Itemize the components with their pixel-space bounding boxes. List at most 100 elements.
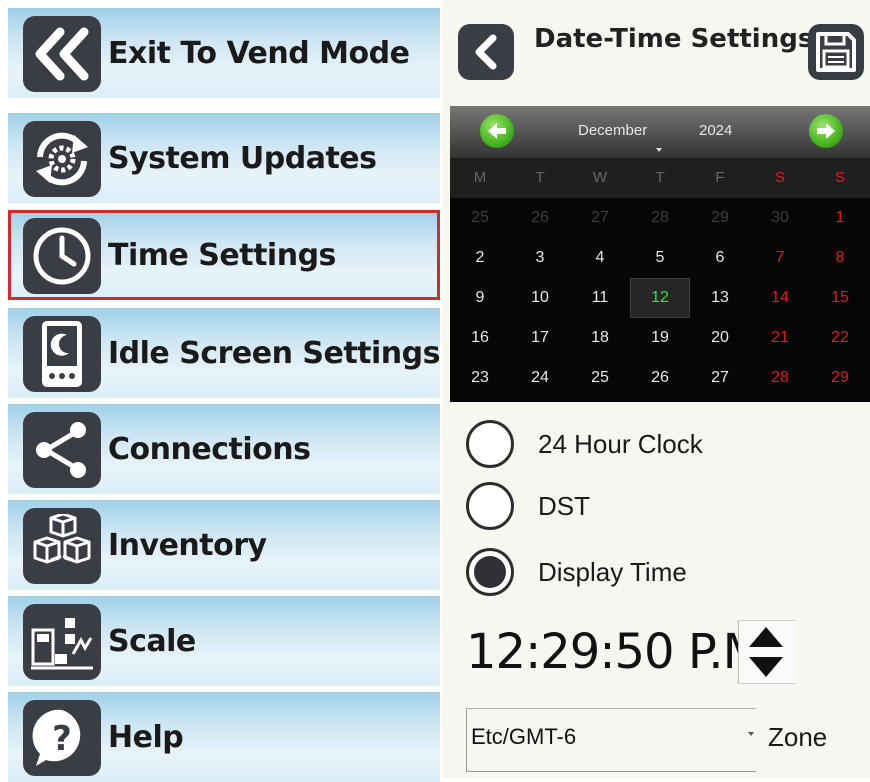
radio-checked-dot [474,556,506,588]
calendar-day[interactable]: 25 [570,358,630,398]
weekday-label: S [834,169,845,186]
zone-value: Etc/GMT-6 [471,724,577,749]
weekday-label: T [655,169,665,186]
previous-month-button[interactable] [480,114,514,148]
menu-item-label: Inventory [108,527,267,563]
calendar-day[interactable]: 3 [510,238,570,278]
menu-item-label: Time Settings [108,237,336,273]
menu-item-label: Connections [108,431,311,467]
menu-item-idle-screen-settings[interactable]: Idle Screen Settings [8,308,441,398]
weekday-label: M [473,169,487,186]
share-icon [23,412,101,488]
calendar: December 2024 M T W T F S S 25 26 27 28 … [450,106,870,402]
menu-item-system-updates[interactable]: System Updates [8,113,440,203]
clock-icon [23,218,101,294]
calendar-day[interactable]: 30 [750,198,810,238]
calendar-day[interactable]: 7 [750,238,810,278]
dropdown-caret-icon [748,732,754,736]
gear-refresh-icon [23,121,101,197]
calendar-day[interactable]: 9 [450,278,510,318]
zone-label: Zone [768,722,828,752]
header: Date-Time Settings [442,0,870,100]
calendar-day[interactable]: 5 [630,238,690,278]
back-button[interactable] [458,24,514,80]
calendar-day[interactable]: 11 [570,278,630,318]
time-stepper[interactable] [738,620,795,684]
weekday-label: F [715,169,725,186]
menu-item-connections[interactable]: Connections [8,404,440,494]
calendar-day[interactable]: 29 [810,358,870,398]
option-label: Display Time [538,557,687,587]
scale-icon [23,604,101,680]
calendar-day[interactable]: 27 [570,198,630,238]
decrement-arrow-icon[interactable] [749,657,783,677]
calendar-day[interactable]: 28 [750,358,810,398]
calendar-day[interactable]: 26 [510,198,570,238]
calendar-day[interactable]: 14 [750,278,810,318]
menu-item-label: System Updates [108,140,377,176]
calendar-day[interactable]: 20 [690,318,750,358]
calendar-day[interactable]: 28 [630,198,690,238]
calendar-day[interactable]: 15 [810,278,870,318]
double-chevron-left-icon [23,16,101,92]
time-value: 12:29:50 P.M [466,624,764,680]
menu-item-label: Scale [108,623,196,659]
calendar-day-selected[interactable]: 12 [630,278,690,318]
calendar-day[interactable]: 26 [630,358,690,398]
option-label: DST [538,491,590,521]
calendar-day[interactable]: 13 [690,278,750,318]
weekday-header-row: M T W T F S S [450,158,870,198]
calendar-day[interactable]: 27 [690,358,750,398]
calendar-day[interactable]: 4 [570,238,630,278]
help-bubble-icon: ? [23,700,101,776]
next-month-button[interactable] [809,114,843,148]
menu-item-scale[interactable]: Scale [8,596,440,686]
weekday-label: S [774,169,785,186]
time-field[interactable]: 12:29:50 P.M [466,614,770,690]
zone-select-divider [466,708,756,709]
calendar-month[interactable]: December [578,122,647,139]
calendar-day[interactable]: 19 [630,318,690,358]
svg-text:?: ? [52,719,72,759]
calendar-day[interactable]: 21 [750,318,810,358]
calendar-day[interactable]: 25 [450,198,510,238]
calendar-day[interactable]: 1 [810,198,870,238]
menu-item-label: Idle Screen Settings [108,335,441,371]
month-dropdown-caret-icon [656,148,662,152]
calendar-day[interactable]: 29 [690,198,750,238]
calendar-header: December 2024 [450,106,870,158]
arrow-left-icon [488,123,506,139]
calendar-day[interactable]: 8 [810,238,870,278]
menu-item-help[interactable]: ? Help [8,692,440,782]
radio-display-time[interactable] [466,548,514,596]
calendar-day[interactable]: 6 [690,238,750,278]
settings-menu: Exit To Vend Mode System Updates Time Se… [8,8,441,782]
menu-item-label: Help [108,719,184,755]
increment-arrow-icon[interactable] [749,627,783,647]
menu-item-inventory[interactable]: Inventory [8,500,440,590]
calendar-day[interactable]: 10 [510,278,570,318]
radio-dst[interactable] [466,482,514,530]
calendar-day[interactable]: 16 [450,318,510,358]
calendar-day[interactable]: 24 [510,358,570,398]
calendar-day[interactable]: 17 [510,318,570,358]
moon-screen-icon [23,316,101,392]
menu-item-time-settings[interactable]: Time Settings [8,210,440,300]
radio-24-hour-clock[interactable] [466,420,514,468]
save-button[interactable] [808,24,864,80]
zone-select[interactable]: Etc/GMT-6 [466,708,756,772]
calendar-day[interactable]: 22 [810,318,870,358]
calendar-year[interactable]: 2024 [699,122,732,139]
calendar-day[interactable]: 2 [450,238,510,278]
page-title: Date-Time Settings [534,24,814,54]
menu-item-label: Exit To Vend Mode [108,35,410,71]
weekday-label: T [535,169,545,186]
calendar-day[interactable]: 18 [570,318,630,358]
option-label: 24 Hour Clock [538,429,703,459]
chevron-left-icon [475,34,497,70]
calendar-day-grid: 25 26 27 28 29 30 1 2 3 4 5 6 7 8 9 10 1… [450,198,870,398]
weekday-label: W [592,169,608,186]
menu-item-exit-to-vend-mode[interactable]: Exit To Vend Mode [8,8,440,98]
arrow-right-icon [817,123,835,139]
calendar-day[interactable]: 23 [450,358,510,398]
